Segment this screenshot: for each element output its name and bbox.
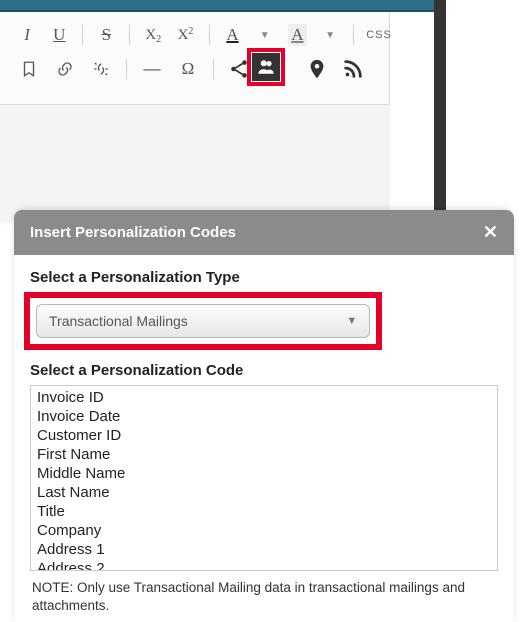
- editor-divider-dark: [434, 0, 446, 210]
- text-color-button[interactable]: A: [223, 24, 241, 46]
- highlight-type-dropdown: Transactional Mailings ▼: [24, 292, 382, 350]
- list-item[interactable]: Address 1: [35, 540, 493, 559]
- list-item[interactable]: Customer ID: [35, 426, 493, 445]
- type-label: Select a Personalization Type: [30, 269, 498, 286]
- list-item[interactable]: Invoice ID: [35, 388, 493, 407]
- modal-body: Select a Personalization Type Transactio…: [14, 255, 514, 618]
- list-item[interactable]: Address 2: [35, 559, 493, 571]
- modal-note: NOTE: Only use Transactional Mailing dat…: [30, 571, 498, 614]
- italic-button[interactable]: I: [18, 24, 36, 46]
- dropdown-value: Transactional Mailings: [49, 313, 346, 329]
- superscript-button[interactable]: X2: [176, 24, 194, 46]
- list-item[interactable]: Company: [35, 521, 493, 540]
- text-color-caret[interactable]: ▼: [256, 24, 274, 46]
- code-label: Select a Personalization Code: [30, 362, 498, 379]
- list-item[interactable]: Middle Name: [35, 464, 493, 483]
- list-item[interactable]: Title: [35, 502, 493, 521]
- link-icon[interactable]: [54, 58, 76, 80]
- unlink-icon[interactable]: [90, 58, 112, 80]
- editor-topbar: [0, 0, 434, 12]
- insert-personalization-modal: Insert Personalization Codes ✕ Select a …: [14, 210, 514, 622]
- bookmark-icon[interactable]: [18, 58, 40, 80]
- toolbar-separator: [209, 25, 210, 45]
- subscript-button[interactable]: X2: [144, 24, 162, 46]
- rte-toolbar: I U S X2 X2 A ▼ A ▼ CSS — Ω: [0, 18, 390, 86]
- rss-icon[interactable]: [342, 58, 364, 80]
- css-button[interactable]: CSS: [368, 24, 390, 46]
- location-icon[interactable]: [306, 58, 328, 80]
- underline-button[interactable]: U: [50, 24, 68, 46]
- highlight-caret[interactable]: ▼: [321, 24, 339, 46]
- personalization-code-list[interactable]: Invoice IDInvoice DateCustomer IDFirst N…: [30, 385, 498, 571]
- list-item[interactable]: Last Name: [35, 483, 493, 502]
- omega-icon[interactable]: Ω: [177, 58, 199, 80]
- chevron-down-icon: ▼: [346, 315, 357, 327]
- toolbar-row-2: — Ω: [0, 52, 390, 86]
- toolbar-separator: [129, 25, 130, 45]
- toolbar-separator: [126, 59, 127, 79]
- toolbar-row-1: I U S X2 X2 A ▼ A ▼ CSS: [0, 18, 390, 52]
- toolbar-separator: [213, 59, 214, 79]
- personalization-type-dropdown[interactable]: Transactional Mailings ▼: [36, 304, 370, 338]
- list-item[interactable]: Invoice Date: [35, 407, 493, 426]
- editor-rightpad: [390, 12, 434, 225]
- list-item[interactable]: First Name: [35, 445, 493, 464]
- highlight-button[interactable]: A: [288, 24, 307, 46]
- hr-icon[interactable]: —: [141, 58, 163, 80]
- close-icon[interactable]: ✕: [483, 222, 498, 243]
- modal-title: Insert Personalization Codes: [30, 224, 236, 241]
- toolbar-separator: [82, 25, 83, 45]
- strikethrough-button[interactable]: S: [97, 24, 115, 46]
- highlight-personalization-button: [247, 48, 285, 86]
- editor-canvas[interactable]: [0, 104, 390, 222]
- toolbar-separator: [353, 25, 354, 45]
- modal-header: Insert Personalization Codes ✕: [14, 210, 514, 255]
